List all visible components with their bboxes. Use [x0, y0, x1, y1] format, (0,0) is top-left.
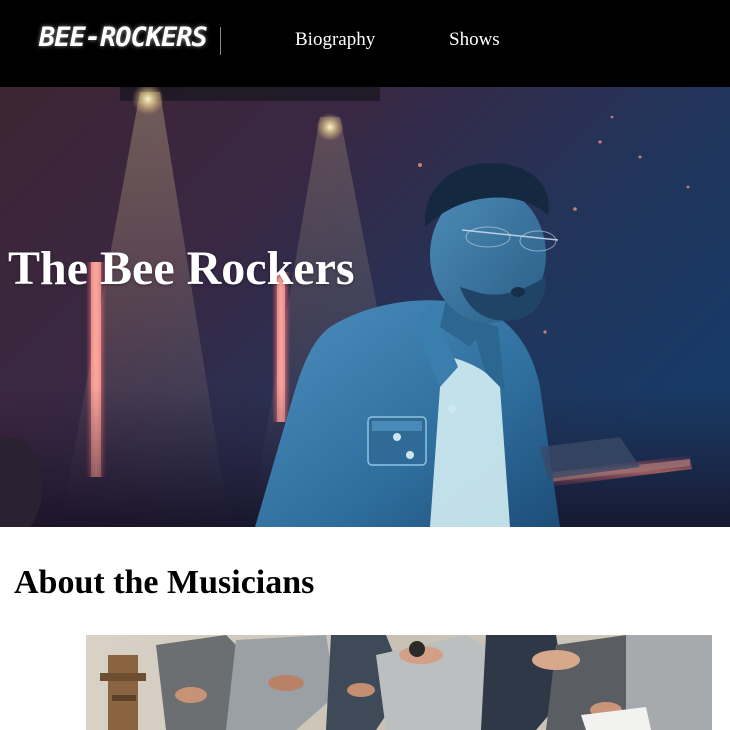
site-logo[interactable]: BEE-ROCKERS [39, 22, 208, 53]
hero-background-photo [0, 87, 730, 527]
site-header: BEE-ROCKERS Biography Shows [0, 0, 730, 87]
hero-title: The Bee Rockers [8, 242, 355, 295]
nav-link-biography[interactable]: Biography [295, 29, 375, 51]
header-divider [220, 27, 221, 55]
hero-banner: The Bee Rockers [0, 87, 730, 527]
musicians-photo [86, 635, 712, 730]
nav-link-shows[interactable]: Shows [449, 29, 500, 51]
about-heading: About the Musicians [14, 564, 315, 601]
